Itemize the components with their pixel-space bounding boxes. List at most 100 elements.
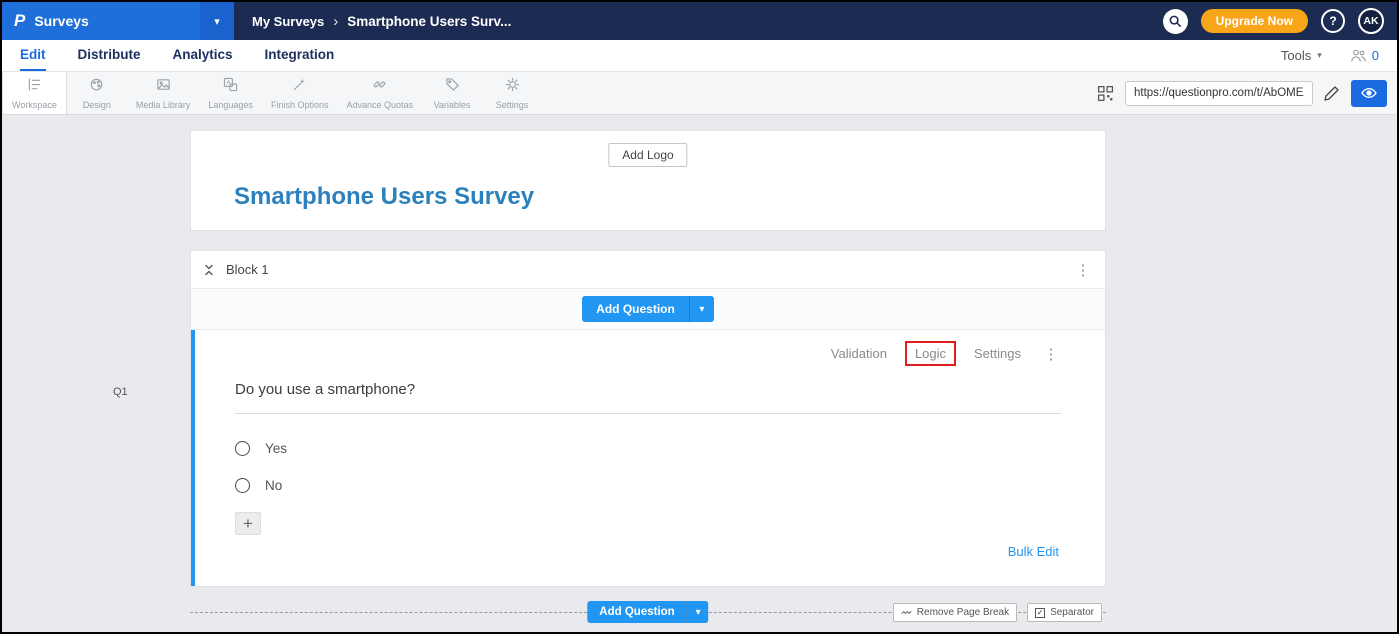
answer-options: Yes No + xyxy=(235,438,1061,535)
topbar-actions: Upgrade Now ? AK xyxy=(1163,8,1397,34)
menubar: Edit Distribute Analytics Integration To… xyxy=(2,40,1397,72)
product-switcher[interactable]: P Surveys ▾ xyxy=(2,2,234,40)
question-tabs: Validation Logic Settings ⋮ xyxy=(235,344,1061,363)
radio-button[interactable] xyxy=(235,441,250,456)
add-question-button[interactable]: Add Question xyxy=(587,601,686,623)
breadcrumb-my-surveys[interactable]: My Surveys xyxy=(252,14,324,29)
add-option-button[interactable]: + xyxy=(235,512,261,535)
block-title[interactable]: Block 1 xyxy=(226,262,269,277)
toolbar-item-media-library[interactable]: Media Library xyxy=(127,72,200,114)
check-icon: ✓ xyxy=(1037,608,1044,617)
menubar-right: Tools ▾ 0 xyxy=(1281,40,1397,71)
tab-settings[interactable]: Settings xyxy=(974,346,1021,361)
toolbar-item-label: Languages xyxy=(208,100,253,110)
variables-icon xyxy=(445,77,460,97)
design-icon xyxy=(89,77,104,97)
search-button[interactable] xyxy=(1163,9,1188,34)
app-window: P Surveys ▾ My Surveys › Smartphone User… xyxy=(0,0,1399,634)
block-header: Block 1 ⋮ xyxy=(191,251,1105,289)
svg-text:A: A xyxy=(227,79,232,86)
questionpro-logo-icon: P xyxy=(14,11,25,31)
survey-url-input[interactable] xyxy=(1125,81,1313,106)
tab-analytics[interactable]: Analytics xyxy=(173,40,233,71)
toolbar-item-settings[interactable]: Settings xyxy=(482,72,542,114)
add-question-caret-button[interactable]: ▾ xyxy=(687,601,709,623)
radio-button[interactable] xyxy=(235,478,250,493)
add-question-caret-button[interactable]: ▾ xyxy=(689,296,714,322)
separator-button[interactable]: ✓ Separator xyxy=(1027,603,1102,622)
toolbar-item-label: Workspace xyxy=(12,100,57,110)
question-panel: Validation Logic Settings ⋮ Do you use a… xyxy=(191,330,1105,586)
tools-dropdown[interactable]: Tools ▾ xyxy=(1281,48,1322,63)
product-name: Surveys xyxy=(34,13,88,29)
toolbar-item-design[interactable]: Design xyxy=(67,72,127,114)
toolbar-item-variables[interactable]: Variables xyxy=(422,72,482,114)
settings-icon xyxy=(505,77,520,97)
media-library-icon xyxy=(156,77,171,97)
question-kebab-menu-icon[interactable]: ⋮ xyxy=(1041,345,1061,363)
toolbar-item-finish-options[interactable]: Finish Options xyxy=(262,72,338,114)
upgrade-now-button[interactable]: Upgrade Now xyxy=(1201,9,1308,33)
add-question-row: Add Question ▾ xyxy=(191,289,1105,330)
topbar: P Surveys ▾ My Surveys › Smartphone User… xyxy=(2,2,1397,40)
tab-edit[interactable]: Edit xyxy=(20,40,46,71)
advance-quotas-icon xyxy=(372,77,387,97)
toolbar-item-workspace[interactable]: Workspace xyxy=(2,72,67,114)
question-text[interactable]: Do you use a smartphone? xyxy=(235,381,1061,414)
survey-title[interactable]: Smartphone Users Survey xyxy=(234,183,534,211)
workspace-icon xyxy=(27,77,42,97)
toolbar-right xyxy=(1095,72,1397,114)
eye-icon xyxy=(1360,86,1378,100)
chevron-right-icon: › xyxy=(333,13,338,30)
bulk-edit-link[interactable]: Bulk Edit xyxy=(1008,544,1059,559)
preview-button[interactable] xyxy=(1351,80,1387,107)
toolbar-item-label: Design xyxy=(83,100,111,110)
separator-label: Separator xyxy=(1050,607,1094,618)
separator-checkbox[interactable]: ✓ xyxy=(1035,608,1045,618)
survey-canvas: Add Logo Smartphone Users Survey Q1 Bloc… xyxy=(2,115,1397,632)
search-icon xyxy=(1168,14,1182,28)
page-break-icon xyxy=(901,608,912,617)
pencil-icon xyxy=(1324,85,1340,101)
avatar[interactable]: AK xyxy=(1358,8,1384,34)
add-question-button[interactable]: Add Question xyxy=(582,296,689,322)
remove-page-break-label: Remove Page Break xyxy=(917,607,1009,618)
tab-distribute[interactable]: Distribute xyxy=(78,40,141,71)
help-button[interactable]: ? xyxy=(1321,9,1345,33)
option-label[interactable]: Yes xyxy=(265,441,287,456)
plus-icon: + xyxy=(243,515,253,532)
toolbar-item-label: Advance Quotas xyxy=(346,100,413,110)
chevron-down-icon[interactable]: ▾ xyxy=(200,2,234,40)
tools-label: Tools xyxy=(1281,48,1311,63)
qr-code-button[interactable] xyxy=(1095,83,1116,104)
toolbar-item-advance-quotas[interactable]: Advance Quotas xyxy=(337,72,422,114)
chevron-down-icon: ▾ xyxy=(1317,50,1322,61)
tab-integration[interactable]: Integration xyxy=(265,40,335,71)
languages-icon: A xyxy=(223,77,238,97)
toolbar-item-label: Finish Options xyxy=(271,100,329,110)
finish-options-icon xyxy=(292,77,307,97)
page-break-controls: Remove Page Break ✓ Separator xyxy=(893,603,1102,622)
tab-validation[interactable]: Validation xyxy=(831,346,887,361)
tab-logic[interactable]: Logic xyxy=(905,341,956,366)
block-kebab-menu-icon[interactable]: ⋮ xyxy=(1073,261,1093,279)
toolbar-item-languages[interactable]: A Languages xyxy=(199,72,262,114)
survey-header-card: Add Logo Smartphone Users Survey xyxy=(190,130,1106,231)
option-row-yes: Yes xyxy=(235,438,1061,458)
people-icon xyxy=(1350,48,1367,63)
add-logo-button[interactable]: Add Logo xyxy=(608,143,687,167)
remove-page-break-button[interactable]: Remove Page Break xyxy=(893,603,1017,622)
option-label[interactable]: No xyxy=(265,478,282,493)
breadcrumb-current-survey: Smartphone Users Surv... xyxy=(347,14,511,29)
edit-url-button[interactable] xyxy=(1322,83,1342,103)
collaborators[interactable]: 0 xyxy=(1350,48,1379,63)
collapse-block-icon[interactable] xyxy=(203,264,215,276)
collaborators-count: 0 xyxy=(1372,48,1379,63)
option-row-no: No xyxy=(235,475,1061,495)
toolbar-item-label: Settings xyxy=(496,100,529,110)
survey-toolbar: Workspace Design Media Library A Languag… xyxy=(2,72,1397,115)
toolbar-item-label: Media Library xyxy=(136,100,191,110)
add-question-split-button: Add Question ▾ xyxy=(582,296,714,322)
page-break-row: Add Question ▾ Remove Page Break ✓ Separ… xyxy=(190,601,1106,625)
toolbar-item-label: Variables xyxy=(434,100,471,110)
